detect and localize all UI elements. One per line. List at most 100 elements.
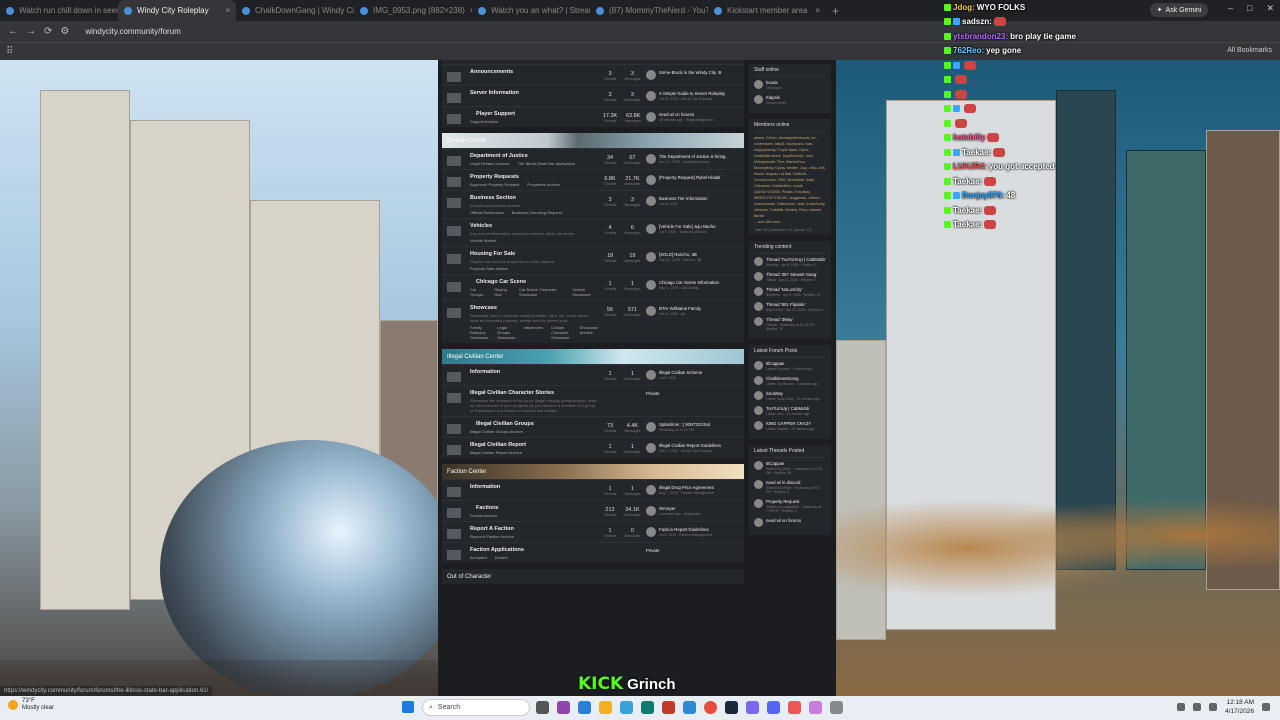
sidebar-item[interactable]: Property Request Started by maggie825 · Y… [754, 499, 826, 513]
notification-icon[interactable] [1262, 703, 1270, 711]
members-more-link[interactable]: ... and 186 more. [754, 219, 826, 225]
last-post[interactable]: Splashmm ::| 900/TDG/Sol Yesterday at 11:… [646, 422, 744, 432]
chat-username[interactable]: Danjay876: [962, 191, 1004, 200]
last-post-avatar[interactable] [646, 280, 656, 290]
browser-tab[interactable]: IMG_0953.png (882×238)× [354, 0, 472, 21]
last-post-avatar[interactable] [646, 422, 656, 432]
forum-node-row[interactable]: Server Information 3 Threads 3 Messages A Sim… [442, 85, 744, 106]
subforum-link[interactable]: Legal Firearm License [470, 161, 510, 166]
last-post[interactable]: A Simple Guide to Server Roleplay Jul 13,… [646, 91, 744, 101]
forum-node-title-text[interactable]: Illegal Civilian Character Stories [470, 390, 554, 396]
taskbar-search[interactable]: ⌕ Search [422, 699, 530, 716]
sidebar-item[interactable]: bcasic Developer [754, 80, 826, 90]
chrome-icon[interactable] [704, 701, 717, 714]
forum-node-row[interactable]: Housing For Sale Players can list their p… [442, 246, 744, 274]
last-post-title[interactable]: WAmper [659, 506, 700, 511]
last-post-title[interactable]: need wl on forums [659, 112, 713, 117]
last-post-avatar[interactable] [646, 91, 656, 101]
browser-tab[interactable]: Watch you an what? | Streamer...× [472, 0, 590, 21]
forum-node-title-text[interactable]: Vehicles [470, 223, 492, 229]
forum-node-title-text[interactable]: Illegal Civilian Groups [476, 421, 534, 427]
subforum-link[interactable]: Support Archive [470, 119, 498, 124]
chat-username[interactable]: sadszn: [962, 17, 992, 26]
forum-node-title[interactable]: Illegal Civilian Report [470, 442, 598, 448]
sidebar-item-title[interactable]: bcasic [766, 80, 781, 85]
sidebar-item-title[interactable]: 5lCappae [766, 461, 826, 466]
chat-username[interactable]: Jdog: [953, 3, 975, 12]
forum-node-row[interactable]: Player Support Support Archive 17.3K Thread… [442, 106, 744, 127]
last-post[interactable]: [Vehicle For Sale] Juju Nacho Jul 7, 2025… [646, 224, 744, 234]
subforum-link[interactable]: Report A Faction Archive [470, 534, 514, 539]
sidebar-item-title[interactable]: Klapski [766, 95, 786, 100]
forum-node-row[interactable]: Showcase Showcase your in character famil… [442, 300, 744, 343]
chat-username[interactable]: LUHJR4: [953, 162, 987, 171]
subforum-link[interactable]: Legal Groups Showcase [497, 325, 515, 340]
subforum-link[interactable]: Vehicle Showcase [572, 287, 598, 297]
sidebar-item[interactable]: Thread '801 Flipside' BillyTheKid · Apr 1… [754, 302, 826, 312]
forum-node-row[interactable]: Report A Faction Report A Faction Archive… [442, 521, 744, 542]
last-post-avatar[interactable] [646, 443, 656, 453]
volume-icon[interactable] [1209, 703, 1218, 711]
forum-node-title-text[interactable]: Player Support [476, 111, 515, 117]
forum-node-title-text[interactable]: Announcements [470, 69, 513, 75]
subforum-link[interactable]: Civilian Character Showcase [551, 325, 571, 340]
forward-icon[interactable]: → [26, 26, 36, 37]
app-icon[interactable] [830, 701, 843, 714]
subforum-link[interactable]: Influencers [524, 325, 544, 340]
app-icon[interactable] [788, 701, 801, 714]
site-info-icon[interactable]: ⚙ [60, 26, 69, 37]
subforum-link[interactable]: Official Businesses [470, 210, 504, 215]
sidebar-item[interactable]: Klapski Senior Admin [754, 95, 826, 105]
forum-node-row[interactable]: Illegal Civilian Character Stories Showca… [442, 385, 744, 416]
last-post-avatar[interactable] [646, 370, 656, 380]
last-post-title[interactable]: Business Tier Information [659, 196, 707, 201]
subforum-link[interactable]: Property Sale archive [470, 266, 508, 271]
sidebar-item-title[interactable]: Thread 'TooTurnUp | CabMobb' [766, 257, 826, 262]
forum-node-title[interactable]: Business Section [470, 195, 598, 201]
last-post[interactable]: [SOLD] Rancho, 3B Sep 22, 2025 · Rancho, … [646, 252, 744, 262]
forum-node-row[interactable]: Information 1 Threads 1 Messages Illegal Drug… [442, 479, 744, 500]
app-icon[interactable] [557, 701, 570, 714]
last-post[interactable]: Private [646, 548, 744, 553]
sidebar-item-title[interactable]: Thread '357 Stewart Gang' [766, 272, 817, 277]
forum-node-row[interactable]: Faction Applications Accepted Denied Privat… [442, 542, 744, 563]
all-bookmarks-button[interactable]: All Bookmarks [1227, 47, 1272, 54]
forum-node-title[interactable]: Vehicles [470, 223, 598, 229]
last-post-avatar[interactable] [646, 196, 656, 206]
forum-node-title[interactable]: Server Information [470, 90, 598, 96]
last-post-title[interactable]: [Property Request] Rybel Khalaf [659, 175, 720, 180]
maximize-icon[interactable]: □ [1247, 3, 1252, 14]
subforum-link[interactable]: Faction Archive [470, 513, 497, 518]
forum-node-title[interactable]: Faction Applications [470, 547, 598, 553]
sidebar-item[interactable]: Thread '3Way' Tinwick · Yesterday at 10:3… [754, 317, 826, 331]
discord-icon[interactable] [767, 701, 780, 714]
forum-node-row[interactable]: Information 1 Threads 1 Messages Illegal Civi… [442, 364, 744, 385]
forum-node-row[interactable]: Business Section Everything business rela… [442, 190, 744, 218]
last-post[interactable]: BTAr WilName Family Feb 6, 2026 · jyd [646, 306, 744, 316]
forum-node-title-text[interactable]: Property Requests [470, 174, 519, 180]
sidebar-item-title[interactable]: ChalkDownGang [766, 376, 818, 381]
subforum-link[interactable]: Properties Archive [527, 182, 559, 187]
last-post-avatar[interactable] [646, 306, 656, 316]
subforum-link[interactable]: Car Scene Character Showcase [519, 287, 564, 297]
last-post-title[interactable]: Splashmm ::| 900/TDG/Sol [659, 422, 710, 427]
url-field[interactable]: windycity.community/forum [85, 27, 180, 36]
chat-username[interactable]: Taekae: [953, 177, 982, 186]
subforum-link[interactable]: The Illinois State Bar Application [518, 161, 575, 166]
forum-node-title[interactable]: Housing For Sale [470, 251, 598, 257]
forum-node-title-text[interactable]: Server Information [470, 90, 519, 96]
sidebar-item[interactable]: 5lCappae Started by Q60K · Yesterday at 1… [754, 461, 826, 475]
last-post-title[interactable]: Chicago Car Scene Information [659, 280, 719, 285]
last-post[interactable]: Illegal Civilian Report Guidelines Feb 7,… [646, 443, 744, 453]
chat-username[interactable]: ytsbrandon23: [953, 32, 1008, 41]
forum-node-title[interactable]: Chicago Car Scene [470, 279, 598, 285]
subforum-link[interactable]: Illegal Civilian Groups Archive [470, 429, 523, 434]
forum-node-title-text[interactable]: Business Section [470, 195, 516, 201]
category-header[interactable]: Illegal Civilian Center [442, 349, 744, 364]
forum-node-row[interactable]: Announcements 3 Threads 3 Messages Some-Brock… [442, 64, 744, 85]
last-post-title[interactable]: Private [646, 548, 659, 553]
forum-node-title[interactable]: Report A Faction [470, 526, 598, 532]
subforum-link[interactable]: Racing Hub [494, 287, 511, 297]
sidebar-item[interactable]: SoulWay Latest: Sully Away · 10 minutes a… [754, 391, 826, 401]
sidebar-item-title[interactable]: need wl on forums [766, 518, 801, 523]
